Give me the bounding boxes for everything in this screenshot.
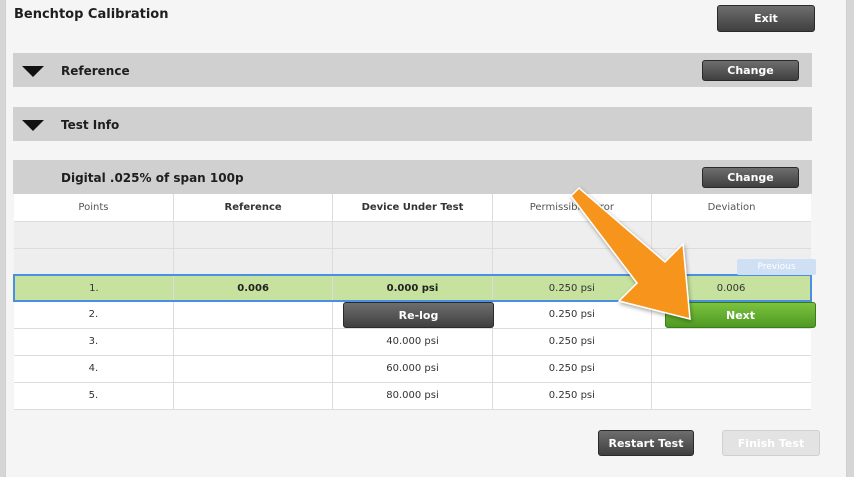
- cell-point: 4.: [14, 355, 174, 383]
- cell-dut: 60.000 psi: [332, 355, 493, 383]
- table-row[interactable]: 4. 60.000 psi 0.250 psi: [14, 355, 811, 383]
- table-row-active[interactable]: 1. 0.006 0.000 psi 0.250 psi 0.006: [12, 274, 813, 302]
- section-reference[interactable]: Reference Change: [13, 53, 812, 87]
- cell-point: 2.: [14, 301, 174, 329]
- cell-reference: [173, 328, 334, 356]
- column-header-dut: Device Under Test: [332, 194, 493, 222]
- cell-reference: [173, 382, 334, 410]
- cell-reference: [173, 301, 334, 329]
- cell-deviation: [651, 355, 811, 383]
- cell-point: 3.: [14, 328, 174, 356]
- cell-error: 0.250 psi: [492, 274, 653, 302]
- section-test-info-label: Test Info: [61, 118, 120, 132]
- page-title: Benchtop Calibration: [14, 7, 169, 22]
- cell-deviation: [651, 328, 811, 356]
- procedure-change-button[interactable]: Change: [702, 167, 799, 188]
- exit-button[interactable]: Exit: [717, 5, 815, 32]
- table-row[interactable]: 5. 80.000 psi 0.250 psi: [14, 382, 811, 410]
- finish-test-button[interactable]: Finish Test: [722, 430, 820, 456]
- section-test-info[interactable]: Test Info: [13, 107, 812, 141]
- cell-dut: 40.000 psi: [332, 328, 493, 356]
- cell-point: 1.: [12, 274, 174, 302]
- cell-reference: 0.006: [173, 274, 334, 302]
- cell-error: 0.250 psi: [492, 328, 653, 356]
- procedure-label: Digital .025% of span 100p: [61, 171, 244, 185]
- next-button[interactable]: Next: [665, 302, 816, 328]
- cell-reference: [173, 355, 334, 383]
- section-reference-label: Reference: [61, 64, 130, 78]
- triangle-down-icon[interactable]: [22, 120, 44, 131]
- cell-dut: 80.000 psi: [332, 382, 493, 410]
- cell-deviation: 0.006: [651, 274, 813, 302]
- reference-change-button[interactable]: Change: [702, 60, 799, 81]
- column-header-reference: Reference: [173, 194, 334, 222]
- relog-button[interactable]: Re-log: [343, 302, 494, 328]
- column-header-deviation: Deviation: [651, 194, 811, 222]
- previous-button[interactable]: Previous: [737, 259, 816, 275]
- cell-error: 0.250 psi: [492, 301, 653, 329]
- column-header-permissible-error: Permissible Error: [492, 194, 653, 222]
- cell-point: 5.: [14, 382, 174, 410]
- triangle-down-icon[interactable]: [22, 66, 44, 77]
- cell-error: 0.250 psi: [492, 382, 653, 410]
- table-row[interactable]: 3. 40.000 psi 0.250 psi: [14, 328, 811, 356]
- cell-error: 0.250 psi: [492, 355, 653, 383]
- cell-dut: 0.000 psi: [332, 274, 493, 302]
- cell-deviation: [651, 382, 811, 410]
- column-header-points: Points: [14, 194, 174, 222]
- table-header-row: Points Reference Device Under Test Permi…: [14, 194, 811, 222]
- restart-test-button[interactable]: Restart Test: [598, 430, 694, 456]
- table-row-empty: [14, 248, 811, 276]
- section-procedure: Digital .025% of span 100p Change: [13, 160, 812, 194]
- table-row-empty: [14, 221, 811, 249]
